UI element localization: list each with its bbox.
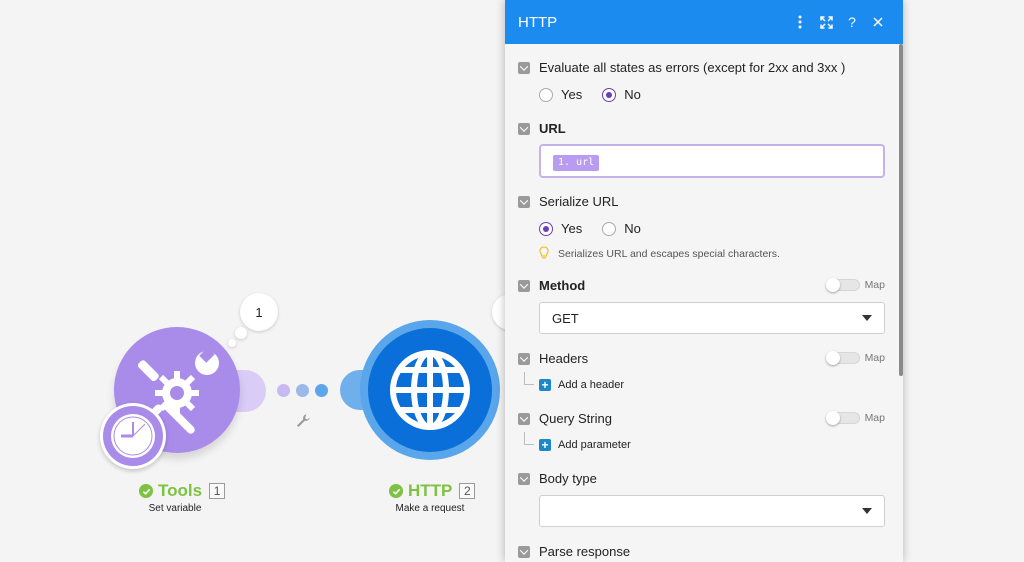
connector-dot <box>277 384 290 397</box>
radio-yes-label: Yes <box>561 221 583 236</box>
panel-scrollbar[interactable] <box>899 44 903 376</box>
globe-icon <box>390 350 470 430</box>
body-type-select[interactable] <box>539 495 885 527</box>
headers-map-toggle-group: Map <box>825 351 885 365</box>
radio-yes[interactable] <box>539 87 553 102</box>
plus-icon: + <box>539 379 551 391</box>
success-check-icon <box>139 484 153 498</box>
tools-module-number: 1 <box>209 483 226 499</box>
serialize-url-no[interactable]: No <box>602 221 641 236</box>
evaluate-errors-no[interactable]: No <box>602 87 641 102</box>
http-module-subtitle: Make a request <box>395 503 465 514</box>
radio-yes[interactable] <box>539 221 553 236</box>
serialize-url-options: Yes No <box>539 221 661 236</box>
plus-icon: + <box>539 439 551 451</box>
panel-header: HTTP ? <box>505 0 903 44</box>
headers-map-label: Map <box>864 352 885 364</box>
parse-response-label: Parse response <box>539 544 631 559</box>
http-circle <box>368 328 492 452</box>
tools-module-subtitle: Set variable <box>148 503 202 514</box>
lightbulb-icon <box>539 246 549 262</box>
evaluate-errors-header: Evaluate all states as errors (except fo… <box>518 60 845 75</box>
method-map-toggle[interactable] <box>825 278 860 292</box>
method-header: Method <box>518 278 585 293</box>
headers-map-toggle[interactable] <box>825 351 860 365</box>
collapse-toggle-icon[interactable] <box>518 195 530 208</box>
operations-count: 1 <box>255 304 263 320</box>
http-module-label: HTTP 2 <box>389 481 476 501</box>
collapse-toggle-icon[interactable] <box>518 472 530 485</box>
more-options-icon[interactable] <box>787 9 813 35</box>
evaluate-errors-yes[interactable]: Yes <box>539 87 582 102</box>
query-map-label: Map <box>864 412 885 424</box>
collapse-toggle-icon[interactable] <box>518 61 530 74</box>
collapse-toggle-icon[interactable] <box>518 545 530 558</box>
connector-dot <box>315 384 328 397</box>
method-select[interactable]: GET <box>539 302 885 334</box>
route-connector[interactable] <box>277 384 337 398</box>
tools-module-name: Tools <box>158 481 203 500</box>
chevron-down-icon <box>862 315 872 321</box>
add-header-button[interactable]: + Add a header <box>524 372 625 391</box>
serialize-url-yes[interactable]: Yes <box>539 221 582 236</box>
http-module-number: 2 <box>459 483 476 499</box>
module-settings-panel: HTTP ? Evaluate all states as errors (ex… <box>505 0 903 562</box>
url-label: URL <box>539 121 566 136</box>
query-string-header: Query String <box>518 411 612 426</box>
tree-branch <box>524 372 534 385</box>
radio-no-label: No <box>624 87 641 102</box>
http-module[interactable] <box>340 320 510 470</box>
radio-no[interactable] <box>602 87 617 102</box>
radio-yes-label: Yes <box>561 87 583 102</box>
body-type-label: Body type <box>539 471 597 486</box>
method-map-label: Map <box>864 279 885 291</box>
close-icon[interactable] <box>865 9 891 35</box>
serialize-url-header: Serialize URL <box>518 194 618 209</box>
collapse-toggle-icon[interactable] <box>518 279 530 292</box>
http-module-name: HTTP <box>408 481 453 500</box>
headers-label: Headers <box>539 351 589 366</box>
query-map-toggle[interactable] <box>825 411 860 425</box>
url-variable-token[interactable]: 1. url <box>553 155 600 171</box>
radio-no-label: No <box>624 221 641 236</box>
collapse-toggle-icon[interactable] <box>518 122 530 135</box>
panel-title: HTTP <box>518 13 558 31</box>
tools-module-label: Tools 1 <box>139 481 226 501</box>
radio-no[interactable] <box>602 221 617 236</box>
add-header-label: Add a header <box>558 379 625 391</box>
success-check-icon <box>389 484 403 498</box>
add-parameter-button[interactable]: + Add parameter <box>524 432 631 451</box>
chevron-down-icon <box>862 508 872 514</box>
add-parameter-label: Add parameter <box>558 439 631 451</box>
url-header: URL <box>518 121 566 136</box>
query-string-label: Query String <box>539 411 612 426</box>
parse-response-header: Parse response <box>518 544 630 559</box>
clock-icon <box>103 406 163 466</box>
query-map-toggle-group: Map <box>825 411 885 425</box>
body-type-header: Body type <box>518 471 597 486</box>
evaluate-errors-label: Evaluate all states as errors (except fo… <box>539 60 846 75</box>
route-settings-wrench-icon[interactable] <box>294 412 312 430</box>
help-icon[interactable]: ? <box>839 9 865 35</box>
serialize-url-hint-text: Serializes URL and escapes special chara… <box>558 248 780 260</box>
tools-module[interactable] <box>100 325 270 475</box>
tree-branch <box>524 432 534 445</box>
method-label: Method <box>539 278 586 293</box>
expand-icon[interactable] <box>813 9 839 35</box>
method-select-value: GET <box>552 310 579 326</box>
serialize-url-hint: Serializes URL and escapes special chara… <box>539 246 780 262</box>
connector-dot <box>296 384 309 397</box>
collapse-toggle-icon[interactable] <box>518 352 530 365</box>
collapse-toggle-icon[interactable] <box>518 412 530 425</box>
url-input[interactable]: 1. url <box>539 144 885 178</box>
serialize-url-label: Serialize URL <box>539 194 619 209</box>
schedule-clock-badge[interactable] <box>100 403 166 469</box>
headers-header: Headers <box>518 351 588 366</box>
method-map-toggle-group: Map <box>825 278 885 292</box>
evaluate-errors-options: Yes No <box>539 87 661 102</box>
